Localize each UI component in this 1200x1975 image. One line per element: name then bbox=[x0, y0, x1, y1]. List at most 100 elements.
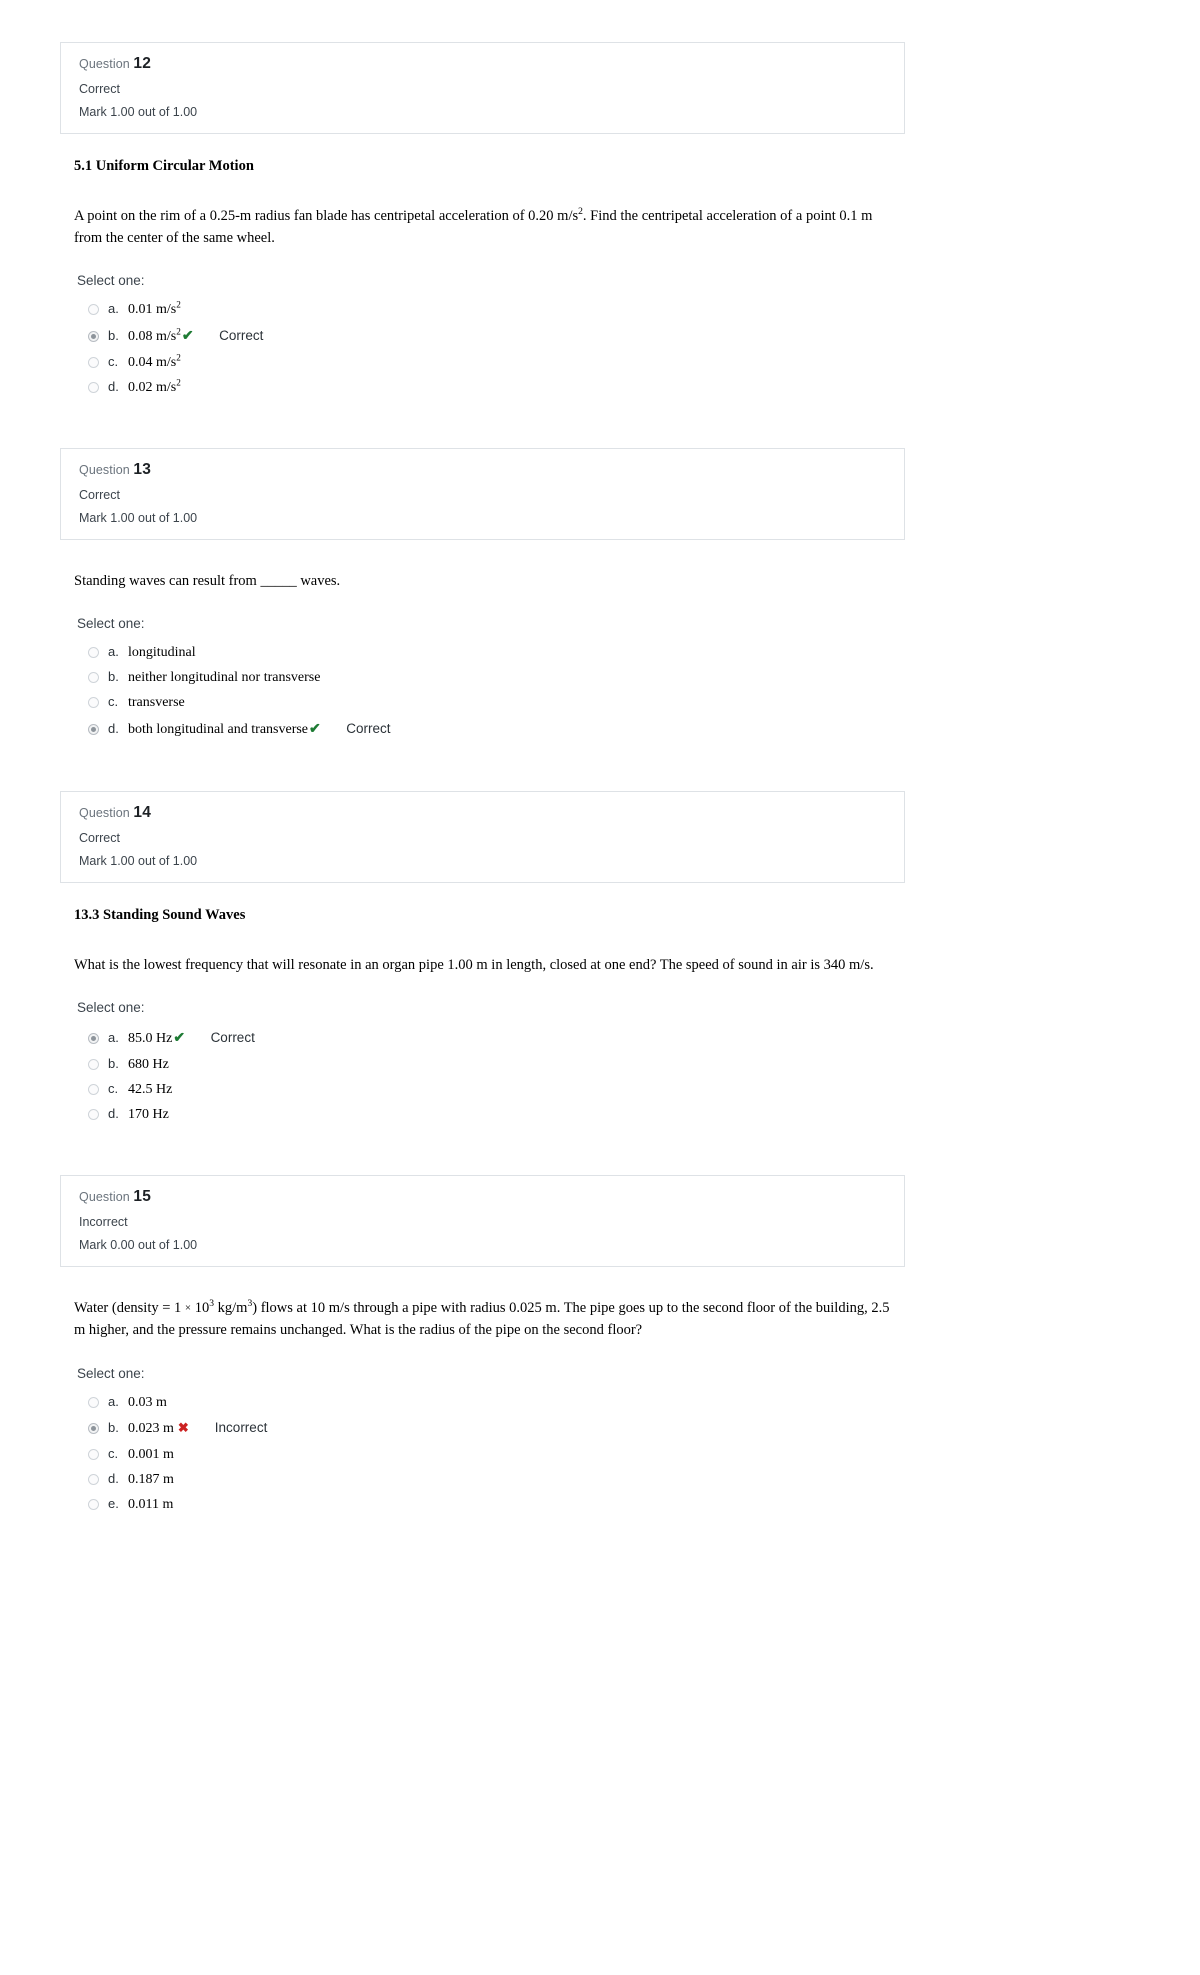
question-body: 5.1 Uniform Circular Motion A point on th… bbox=[60, 134, 1200, 401]
radio-button[interactable] bbox=[88, 1396, 99, 1408]
answer-option[interactable]: b. 0.023 m ✖ Incorrect bbox=[74, 1415, 1160, 1442]
check-icon: ✔ bbox=[309, 720, 321, 737]
answer-text: longitudinal bbox=[128, 645, 196, 661]
answer-letter: c. bbox=[108, 1081, 119, 1097]
answer-letter: a. bbox=[108, 301, 119, 317]
answer-letter: b. bbox=[108, 1056, 119, 1072]
answer-option[interactable]: a. 85.0 Hz ✔ Correct bbox=[74, 1024, 1160, 1052]
radio-button[interactable] bbox=[88, 357, 99, 369]
answer-option[interactable]: d. both longitudinal and transverse ✔ Corre… bbox=[74, 715, 1160, 743]
answer-text: 0.187 m bbox=[128, 1471, 174, 1487]
answer-option[interactable]: a. 0.03 m bbox=[74, 1390, 1160, 1415]
answer-text: 0.011 m bbox=[128, 1496, 174, 1512]
answer-text: 0.01 m/s2 bbox=[128, 299, 181, 318]
answer-option[interactable]: e. 0.011 m bbox=[74, 1492, 1160, 1517]
select-one-label: Select one: bbox=[77, 1000, 145, 1016]
question-word: Question bbox=[79, 463, 134, 478]
radio-button-selected[interactable] bbox=[88, 1032, 99, 1044]
radio-button-selected[interactable] bbox=[88, 330, 99, 342]
question-number-line: Question 12 bbox=[79, 56, 904, 72]
answer-letter: a. bbox=[108, 1393, 119, 1409]
radio-button[interactable] bbox=[88, 1473, 99, 1485]
answer-letter: c. bbox=[108, 354, 119, 370]
question-word: Question bbox=[79, 806, 134, 821]
answer-option[interactable]: d. 170 Hz bbox=[74, 1102, 1160, 1127]
answer-option[interactable]: c. 0.001 m bbox=[74, 1442, 1160, 1467]
answer-feedback: Correct bbox=[210, 1030, 255, 1046]
question-body: 13.3 Standing Sound Waves What is the low… bbox=[60, 883, 1200, 1127]
answer-option[interactable]: b. neither longitudinal nor transverse bbox=[74, 665, 1160, 690]
questions-list: Question 12 Correct Mark 1.00 out of 1.00 5… bbox=[0, 0, 1200, 1517]
question-number-line: Question 14 bbox=[79, 805, 904, 821]
answer-options: a. 0.03 m b. 0.023 m ✖ Incorrect c. 0.001 m d. 0.… bbox=[74, 1390, 1160, 1517]
quiz-review-page: Question 12 Correct Mark 1.00 out of 1.00 5… bbox=[0, 0, 1200, 1517]
radio-button[interactable] bbox=[88, 647, 99, 659]
answer-option[interactable]: d. 0.187 m bbox=[74, 1467, 1160, 1492]
question-text: Water (density = 1 × 103 kg/m3) flows at… bbox=[74, 1298, 890, 1339]
question-grade: Mark 0.00 out of 1.00 bbox=[79, 1238, 198, 1253]
question-number: 13 bbox=[133, 461, 152, 479]
answer-option[interactable]: c. transverse bbox=[74, 690, 1160, 715]
answer-letter: d. bbox=[108, 1106, 119, 1122]
answer-feedback: Correct bbox=[219, 328, 264, 344]
question-text: Standing waves can result from _____ wav… bbox=[74, 572, 341, 589]
radio-button[interactable] bbox=[88, 1084, 99, 1096]
question-word: Question bbox=[79, 57, 134, 71]
question-block: Question 14 Correct Mark 1.00 out of 1.00 1… bbox=[0, 743, 1200, 1127]
answer-letter: d. bbox=[108, 379, 119, 395]
answer-text: 0.08 m/s2 bbox=[128, 326, 181, 345]
answer-letter: c. bbox=[108, 694, 119, 710]
radio-button[interactable] bbox=[88, 672, 99, 684]
question-state: Correct bbox=[79, 487, 120, 502]
answer-text: 0.04 m/s2 bbox=[128, 352, 181, 371]
question-body: Water (density = 1 × 103 kg/m3) flows at… bbox=[60, 1267, 1200, 1517]
question-word: Question bbox=[79, 1190, 134, 1205]
answer-text: 170 Hz bbox=[128, 1107, 169, 1123]
answer-option[interactable]: d. 0.02 m/s2 bbox=[74, 375, 1160, 400]
question-text: What is the lowest frequency that will r… bbox=[74, 956, 874, 973]
radio-button[interactable] bbox=[88, 1109, 99, 1121]
answer-text: 680 Hz bbox=[128, 1057, 169, 1073]
answer-options: a. 85.0 Hz ✔ Correct b. 680 Hz c. 42.5 Hz d. 170 … bbox=[74, 1024, 1160, 1127]
question-header: Question 13 Correct Mark 1.00 out of 1.00 bbox=[60, 448, 905, 540]
check-icon: ✔ bbox=[173, 1029, 185, 1046]
answer-feedback: Incorrect bbox=[214, 1419, 268, 1435]
answer-option[interactable]: a. 0.01 m/s2 bbox=[74, 297, 1160, 322]
question-state: Correct bbox=[79, 830, 120, 845]
answer-text: 85.0 Hz bbox=[128, 1031, 173, 1047]
radio-button[interactable] bbox=[88, 1498, 99, 1510]
cross-icon: ✖ bbox=[177, 1419, 189, 1435]
question-header: Question 14 Correct Mark 1.00 out of 1.00 bbox=[60, 791, 905, 883]
check-icon: ✔ bbox=[181, 327, 194, 344]
radio-button-selected[interactable] bbox=[88, 1422, 99, 1434]
question-body: Standing waves can result from _____ wav… bbox=[60, 540, 1200, 743]
question-header: Question 12 Correct Mark 1.00 out of 1.00 bbox=[60, 42, 905, 134]
answer-option[interactable]: a. longitudinal bbox=[74, 640, 1160, 665]
question-number-line: Question 13 bbox=[79, 462, 904, 478]
radio-button[interactable] bbox=[88, 1059, 99, 1071]
answer-letter: b. bbox=[108, 669, 119, 685]
radio-button[interactable] bbox=[88, 304, 99, 316]
select-one-label: Select one: bbox=[77, 273, 145, 289]
radio-button-selected[interactable] bbox=[88, 723, 99, 735]
radio-button[interactable] bbox=[88, 1448, 99, 1460]
radio-button[interactable] bbox=[88, 697, 99, 709]
answer-letter: b. bbox=[108, 328, 119, 344]
question-section-title: 13.3 Standing Sound Waves bbox=[74, 906, 246, 923]
answer-option[interactable]: c. 42.5 Hz bbox=[74, 1077, 1160, 1102]
answer-letter: d. bbox=[108, 1470, 119, 1486]
answer-feedback: Correct bbox=[346, 721, 391, 737]
answer-option[interactable]: c. 0.04 m/s2 bbox=[74, 350, 1160, 375]
question-grade: Mark 1.00 out of 1.00 bbox=[79, 511, 198, 526]
select-one-label: Select one: bbox=[77, 1365, 145, 1381]
answer-letter: c. bbox=[108, 1445, 119, 1461]
answer-text: both longitudinal and transverse bbox=[128, 722, 309, 738]
answer-option[interactable]: b. 680 Hz bbox=[74, 1052, 1160, 1077]
answer-option[interactable]: b. 0.08 m/s2 ✔ Correct bbox=[74, 322, 1160, 350]
radio-button[interactable] bbox=[88, 382, 99, 394]
answer-text: 42.5 Hz bbox=[128, 1082, 173, 1098]
answer-letter: b. bbox=[108, 1419, 119, 1435]
question-grade: Mark 1.00 out of 1.00 bbox=[79, 854, 198, 869]
answer-text: 0.023 m bbox=[128, 1420, 174, 1436]
answer-text: 0.02 m/s2 bbox=[128, 377, 181, 396]
